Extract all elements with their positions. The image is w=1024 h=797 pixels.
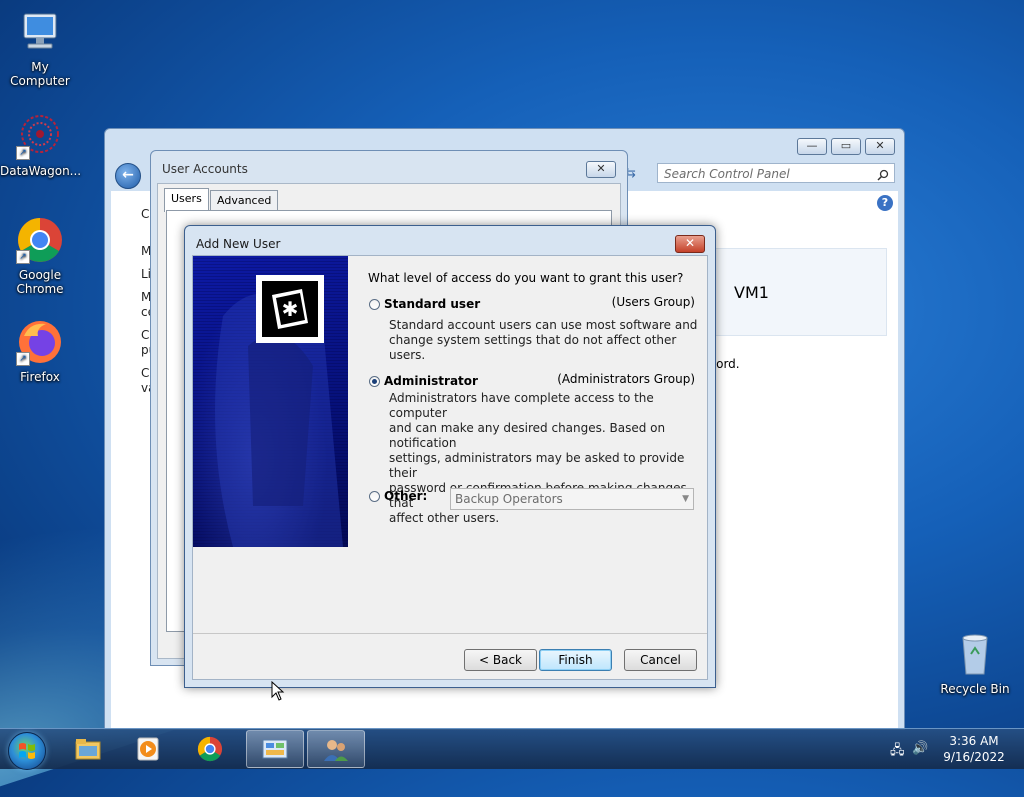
description-line: change system settings that do not affec…: [389, 333, 677, 362]
administrator-label[interactable]: Administrator: [384, 374, 478, 388]
taskbar-explorer[interactable]: [60, 730, 118, 768]
standard-user-radio[interactable]: [369, 299, 380, 310]
desktop-icon-label: My Computer: [10, 60, 70, 88]
mouse-cursor-icon: [271, 681, 285, 701]
desktop-icon-firefox[interactable]: ↗ Firefox: [0, 318, 80, 384]
vm-name: VM1: [734, 283, 769, 302]
tab-advanced[interactable]: Advanced: [210, 190, 279, 211]
wizard-side-image: ✱: [193, 256, 348, 547]
computer-icon: [16, 8, 64, 56]
network-icon[interactable]: 🖧: [890, 741, 905, 763]
description-line: Administrators have complete access to t…: [389, 391, 654, 420]
user-tile[interactable]: VM1: [705, 248, 887, 336]
description-line: Standard account users can use most soft…: [389, 318, 698, 332]
shortcut-arrow-icon: ↗: [16, 250, 30, 264]
dialog-title: Add New User: [196, 237, 281, 251]
description-line: settings, administrators may be asked to…: [389, 451, 685, 480]
description-line: and can make any desired changes. Based …: [389, 421, 666, 450]
firefox-icon: ↗: [16, 318, 64, 366]
help-icon[interactable]: ?: [877, 195, 893, 211]
search-icon[interactable]: [877, 167, 889, 187]
desktop-icon-recycle-bin[interactable]: Recycle Bin: [935, 630, 1015, 696]
close-button[interactable]: ✕: [586, 161, 616, 178]
cp-left-text: C: [141, 207, 150, 221]
folder-icon: [74, 736, 102, 762]
desktop-icon-google-chrome[interactable]: ↗ Google Chrome: [0, 216, 80, 296]
cp-left-text: C: [141, 328, 150, 342]
media-player-icon: [135, 736, 163, 762]
taskbar-user-accounts[interactable]: [307, 730, 365, 768]
clock-date: 9/16/2022: [943, 750, 1005, 764]
taskbar-media-player[interactable]: [121, 730, 179, 768]
search-placeholder: Search Control Panel: [664, 167, 790, 181]
taskbar-control-panel[interactable]: [246, 730, 304, 768]
recycle-bin-icon: [951, 630, 999, 678]
control-panel-icon: [261, 737, 289, 763]
button-separator: [193, 633, 707, 634]
desktop-icon-label: Recycle Bin: [940, 682, 1010, 696]
chrome-icon: ↗: [16, 216, 64, 264]
shortcut-arrow-icon: ↗: [16, 352, 30, 366]
close-button[interactable]: ✕: [865, 138, 895, 155]
users-group-label: (Users Group): [611, 295, 695, 309]
back-arrow-icon[interactable]: ←: [115, 163, 141, 189]
tab-users[interactable]: Users: [164, 188, 209, 212]
cp-left-text: C: [141, 366, 150, 380]
administrators-group-label: (Administrators Group): [557, 372, 695, 386]
other-radio[interactable]: [369, 491, 380, 502]
finish-button[interactable]: Finish: [539, 649, 612, 671]
cancel-button[interactable]: Cancel: [624, 649, 697, 671]
datawagon-icon: ↗: [16, 112, 64, 160]
description-line: affect other users.: [389, 511, 500, 525]
desktop-icon-label: Firefox: [20, 370, 60, 384]
maximize-button[interactable]: ▭: [831, 138, 861, 155]
chrome-icon: [196, 736, 224, 762]
shortcut-arrow-icon: ↗: [16, 146, 30, 160]
clock-time: 3:36 AM: [949, 734, 999, 748]
users-logo-icon: ✱: [256, 275, 324, 343]
back-button[interactable]: < Back: [464, 649, 537, 671]
volume-icon[interactable]: 🔊: [912, 741, 928, 756]
user-accounts-title: User Accounts: [162, 162, 248, 176]
other-group-value: Backup Operators: [455, 492, 563, 506]
desktop-icon-my-computer[interactable]: My Computer: [0, 8, 80, 88]
clock[interactable]: 3:36 AM 9/16/2022: [934, 733, 1014, 765]
other-group-select[interactable]: Backup Operators ▼: [450, 488, 694, 510]
taskbar-chrome[interactable]: [182, 730, 240, 768]
standard-user-description: Standard account users can use most soft…: [389, 318, 707, 363]
access-question: What level of access do you want to gran…: [368, 271, 684, 285]
desktop-icon-label: DataWagon...: [0, 164, 82, 178]
users-icon: [322, 737, 350, 763]
search-control-panel-input[interactable]: Search Control Panel: [657, 163, 895, 183]
system-tray: 🖧 🔊 3:36 AM 9/16/2022: [874, 729, 1024, 769]
dialog-body: ✱ What level of access do you want to gr…: [192, 255, 708, 680]
start-button[interactable]: [8, 732, 46, 770]
taskbar: 🖧 🔊 3:36 AM 9/16/2022: [0, 728, 1024, 770]
standard-user-label[interactable]: Standard user: [384, 297, 480, 311]
close-button[interactable]: ✕: [675, 235, 705, 253]
administrator-radio[interactable]: [369, 376, 380, 387]
desktop-icon-label: Google Chrome: [16, 268, 64, 296]
add-new-user-dialog: Add New User ✕ ✱ What level of access do…: [184, 225, 716, 688]
windows-logo-icon: [19, 743, 35, 759]
desktop-icon-datawagon[interactable]: ↗ DataWagon...: [0, 112, 82, 178]
minimize-button[interactable]: —: [797, 138, 827, 155]
other-label[interactable]: Other:: [384, 489, 427, 503]
svg-text:✱: ✱: [282, 297, 299, 321]
chevron-down-icon: ▼: [682, 494, 689, 504]
